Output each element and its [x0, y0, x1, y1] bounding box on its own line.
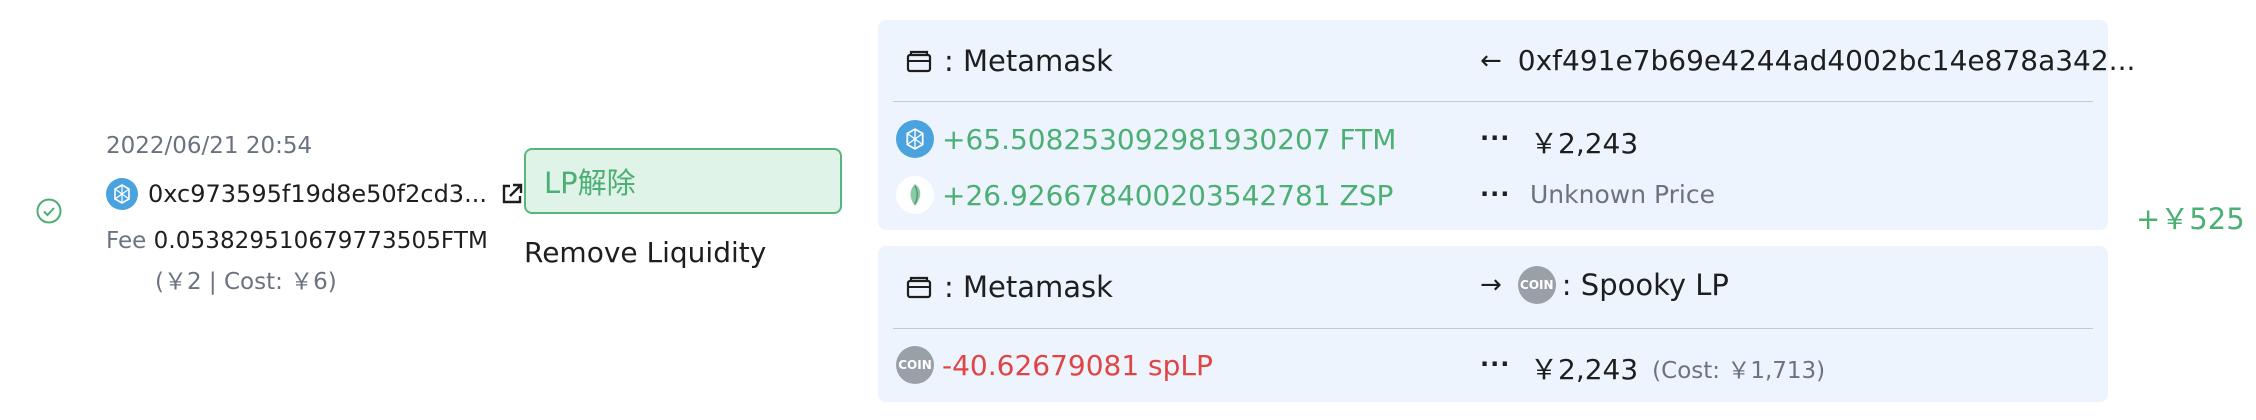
tx-hash-link[interactable]: 0xc973595f19d8e50f2cd3...	[148, 180, 487, 208]
transfer-panel-out: : Metamask → COIN : Spooky LP COIN -40.6…	[878, 246, 2108, 402]
tx-fee: Fee 0.053829510679773505FTM	[106, 228, 488, 254]
action-badge: LP解除	[524, 148, 842, 214]
zsp-coin-icon	[896, 176, 934, 214]
generic-coin-icon: COIN	[896, 346, 934, 384]
tx-date: 2022/06/21 20:54	[106, 133, 313, 159]
divider	[893, 101, 2093, 102]
action-label: Remove Liquidity	[524, 236, 767, 269]
transfer-item: COIN -40.62679081 spLP	[896, 346, 1213, 384]
counterparty: ← 0xf491e7b69e4244ad4002bc14e878a342...	[1480, 44, 2135, 77]
transfer-item: +65.508253092981930207 FTM	[896, 120, 1396, 158]
fee-label: Fee	[106, 228, 147, 254]
arrow-left-icon: ←	[1480, 45, 1502, 76]
ftm-chain-icon	[106, 178, 138, 210]
fee-fiat: (￥2 | Cost: ￥6)	[155, 269, 337, 295]
fee-value: 0.053829510679773505FTM	[153, 228, 488, 254]
net-total: +￥525	[2136, 202, 2245, 236]
arrow-right-icon: →	[1480, 270, 1502, 300]
ftm-coin-icon	[896, 120, 934, 158]
counterparty-name[interactable]: : Spooky LP	[1562, 268, 1729, 302]
transfer-item: +26.926678400203542781 ZSP	[896, 176, 1393, 214]
more-dots-icon[interactable]: ···	[1480, 180, 1510, 208]
wallet-icon	[906, 49, 932, 73]
transfer-price-row: ￥2,243 (Cost: ￥1,713)	[1530, 348, 1825, 388]
transfer-panel-in: : Metamask ← 0xf491e7b69e4244ad4002bc14e…	[878, 20, 2135, 230]
wallet-label: : Metamask	[944, 44, 1113, 78]
status-success-icon	[34, 196, 64, 226]
counterparty: → COIN : Spooky LP	[1480, 266, 1729, 304]
generic-coin-icon: COIN	[1517, 266, 1556, 304]
wallet-source: : Metamask	[906, 44, 1113, 78]
external-link-icon[interactable]	[499, 181, 525, 207]
wallet-icon	[906, 275, 932, 299]
wallet-label: : Metamask	[944, 270, 1113, 304]
tx-hash-row: 0xc973595f19d8e50f2cd3...	[106, 178, 525, 210]
divider	[893, 328, 2093, 329]
transfer-amount: +65.508253092981930207 FTM	[942, 122, 1397, 156]
transfer-amount: +26.926678400203542781 ZSP	[942, 178, 1394, 212]
more-dots-icon[interactable]: ···	[1480, 124, 1510, 152]
transfer-amount: -40.62679081 spLP	[942, 348, 1213, 382]
transfer-cost: (Cost: ￥1,713)	[1652, 358, 1826, 384]
counterparty-address[interactable]: 0xf491e7b69e4244ad4002bc14e878a342...	[1518, 44, 2136, 77]
wallet-source: : Metamask	[906, 270, 1113, 304]
transfer-price: Unknown Price	[1530, 180, 1715, 209]
transfer-price: ￥2,243	[1530, 127, 1639, 160]
more-dots-icon[interactable]: ···	[1480, 350, 1510, 378]
transfer-price: ￥2,243	[1530, 353, 1639, 386]
